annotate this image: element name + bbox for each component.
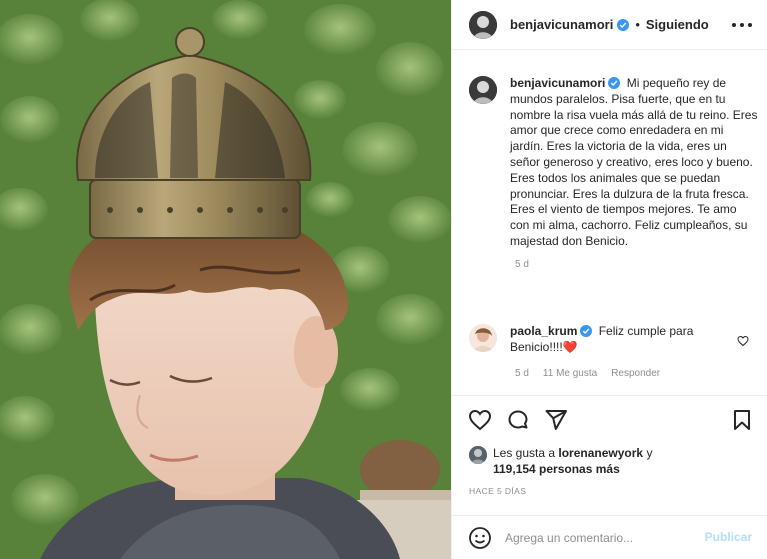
author-avatar[interactable] bbox=[469, 10, 497, 39]
post-header: benjavicunamori • Siguiendo bbox=[452, 0, 767, 50]
comment-text-block: paola_krum Feliz cumple para Benicio!!!!… bbox=[510, 324, 730, 356]
caption-text-block: benjavicunamori Mi pequeño rey de mundos… bbox=[510, 76, 759, 250]
liker-avatar[interactable] bbox=[469, 446, 487, 464]
likes-prefix: Les gusta a bbox=[493, 446, 556, 460]
verified-badge-icon bbox=[617, 18, 630, 31]
commenter-username[interactable]: paola_krum bbox=[510, 324, 577, 338]
caption-text: Mi pequeño rey de mundos paralelos. Pisa… bbox=[510, 76, 758, 248]
post-photo[interactable] bbox=[0, 0, 451, 559]
caption-author-avatar[interactable] bbox=[469, 76, 497, 104]
red-heart-emoji: ❤️ bbox=[562, 339, 578, 354]
comment-item: paola_krum Feliz cumple para Benicio!!!!… bbox=[469, 324, 759, 379]
post-image bbox=[0, 0, 451, 559]
comment-age[interactable]: 5 d bbox=[515, 368, 529, 379]
likes-count[interactable]: 119,154 personas más bbox=[493, 462, 620, 476]
comment-input[interactable] bbox=[505, 530, 695, 545]
likes-summary: Les gusta a lorenanewyork y 119,154 pers… bbox=[469, 445, 733, 477]
verified-badge-icon bbox=[580, 325, 593, 337]
likes-connector: y bbox=[646, 446, 653, 460]
liker-username[interactable]: lorenanewyork bbox=[558, 446, 643, 460]
share-icon[interactable] bbox=[544, 408, 568, 432]
add-comment-bar: Publicar bbox=[452, 515, 767, 559]
bookmark-icon[interactable] bbox=[730, 408, 754, 437]
comment-icon[interactable] bbox=[506, 408, 530, 432]
comment-likes[interactable]: 11 Me gusta bbox=[543, 368, 597, 379]
commenter-avatar[interactable] bbox=[469, 324, 497, 352]
author-username[interactable]: benjavicunamori bbox=[510, 17, 613, 32]
post-details-panel: benjavicunamori • Siguiendo benjavicunam… bbox=[451, 0, 767, 559]
header-separator: • bbox=[635, 17, 640, 32]
like-heart-icon[interactable] bbox=[468, 408, 492, 432]
verified-badge-icon bbox=[608, 77, 621, 89]
more-options-icon[interactable] bbox=[732, 17, 752, 33]
comment-meta: 5 d 11 Me gusta Responder bbox=[515, 368, 759, 379]
comment-like-icon[interactable] bbox=[737, 334, 749, 352]
caption-username[interactable]: benjavicunamori bbox=[510, 76, 605, 90]
caption-age[interactable]: 5 d bbox=[515, 259, 759, 270]
emoji-icon[interactable] bbox=[468, 526, 492, 550]
post-actions bbox=[452, 395, 767, 443]
caption: benjavicunamori Mi pequeño rey de mundos… bbox=[469, 76, 759, 270]
publish-button[interactable]: Publicar bbox=[705, 530, 752, 544]
following-button[interactable]: Siguiendo bbox=[646, 17, 709, 32]
reply-button[interactable]: Responder bbox=[611, 368, 660, 379]
likes-text: Les gusta a lorenanewyork y 119,154 pers… bbox=[493, 445, 733, 477]
post-timestamp[interactable]: HACE 5 DÍAS bbox=[469, 486, 526, 496]
